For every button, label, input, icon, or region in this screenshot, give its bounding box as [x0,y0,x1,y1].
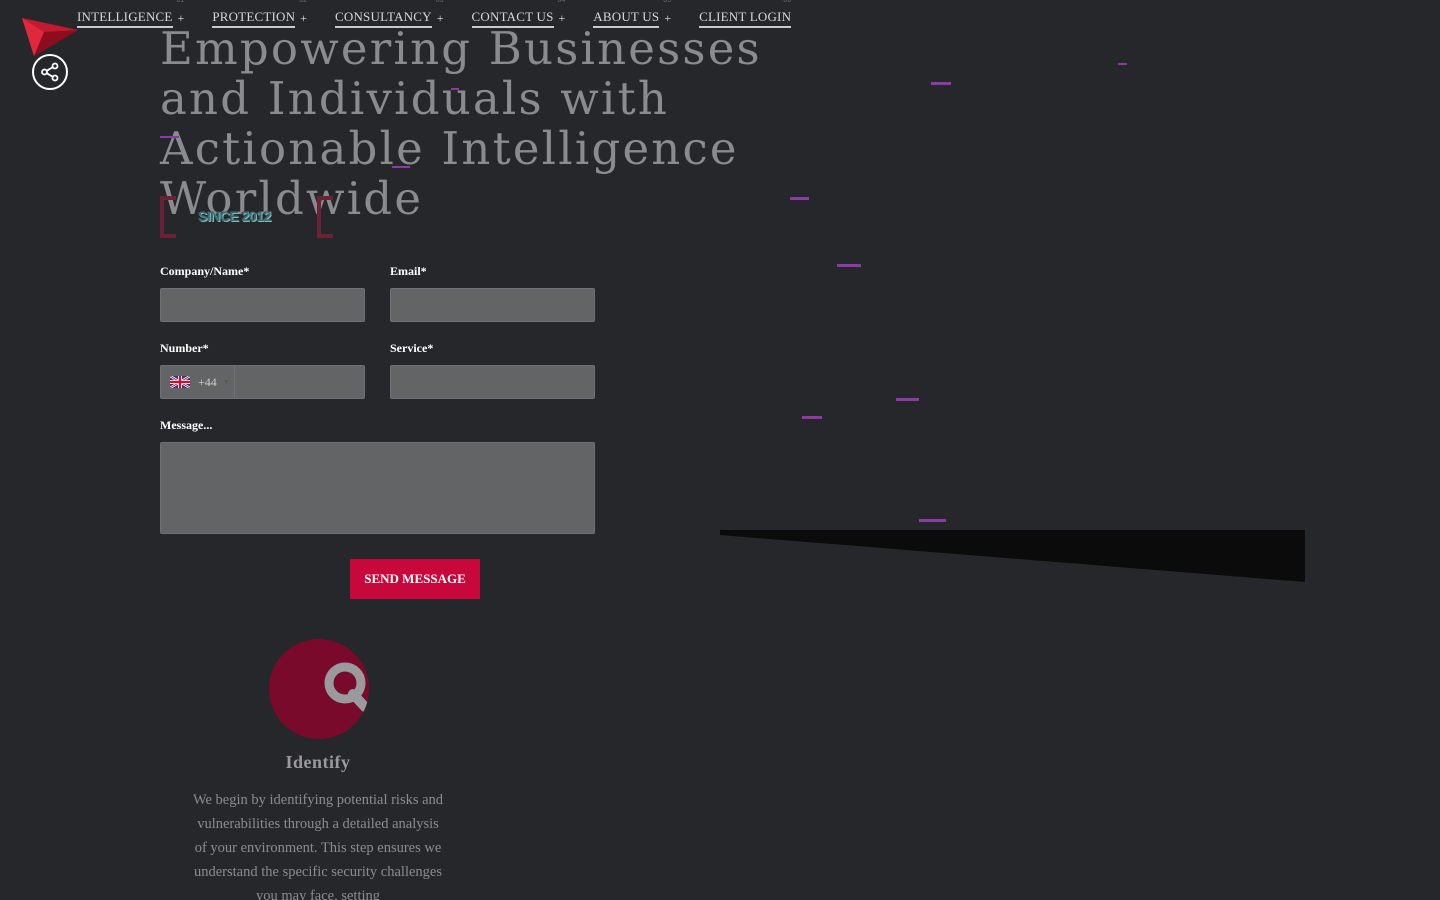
since-text: SINCE 2012 [198,208,271,224]
decor-dash [790,197,809,200]
send-message-button[interactable]: SEND MESSAGE [350,559,480,599]
share-button[interactable] [32,54,68,90]
nav-number: 02 [299,0,307,4]
message-field: Message... [160,418,595,534]
decor-dash [931,82,951,85]
decor-dash [919,519,946,522]
since-badge: SINCE 2012 [160,196,335,238]
email-input[interactable] [390,288,595,322]
decor-dash [802,416,822,419]
identify-description: We begin by identifying potential risks … [192,792,444,900]
identify-circle [269,639,369,739]
number-label: Number* [160,341,209,355]
nav-number: 03 [435,0,444,4]
chevron-down-icon[interactable]: ▼ [223,378,230,386]
decor-dash [160,136,179,138]
number-field: Number* +44 ▼ [160,341,365,399]
service-field: Service* [390,341,595,399]
company-label: Company/Name* [160,264,250,278]
email-label: Email* [390,264,427,278]
company-field: Company/Name* [160,264,365,322]
decor-wedge [720,530,1305,582]
message-textarea[interactable] [160,442,595,534]
decor-dash [896,398,919,401]
nav-number: 05 [663,0,672,4]
nav-number: 04 [557,0,566,4]
hero-title: Empowering Businesses and Individuals wi… [160,22,762,225]
decor-dash [1118,63,1127,65]
email-field: Email* [390,264,595,322]
service-select[interactable] [390,365,595,399]
service-label: Service* [390,341,434,355]
nav-label[interactable]: INTELLIGENCE [77,9,173,28]
identify-title: Identify [285,752,351,772]
company-input[interactable] [160,288,365,322]
decor-dash [451,88,459,90]
bracket-left-icon [160,196,176,238]
uk-flag-icon[interactable] [170,376,190,388]
logo-icon[interactable] [22,16,78,58]
nav-number: 01 [176,0,185,4]
decor-dash [392,166,410,168]
phone-input[interactable]: +44 ▼ [160,365,365,399]
bracket-right-icon [317,196,333,238]
divider [233,365,235,399]
share-icon [41,62,59,82]
dial-code[interactable]: +44 [198,375,217,390]
nav-number: 06 [783,0,792,4]
decor-dash [837,264,861,267]
magnifier-icon [324,662,369,712]
message-label: Message... [160,418,213,432]
